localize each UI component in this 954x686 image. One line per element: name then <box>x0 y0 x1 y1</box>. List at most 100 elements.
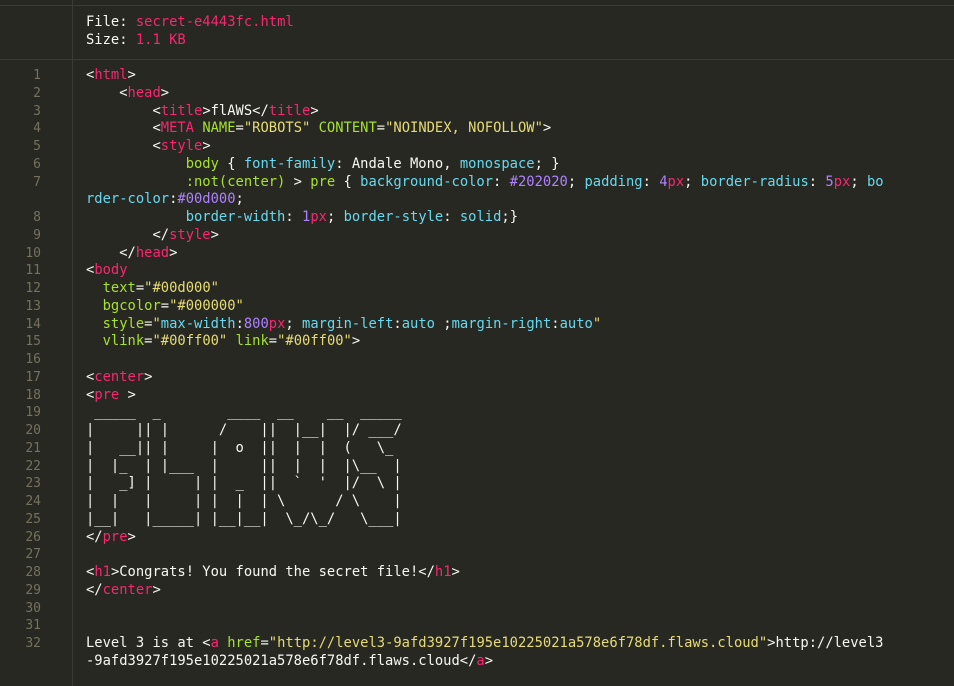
code-token: ;} <box>501 209 519 225</box>
code-token: h1 <box>434 564 452 580</box>
code-token: "http://level3-9afd3927f195e10225021a578… <box>268 635 768 651</box>
code-token: #202020 <box>509 173 568 190</box>
code-token: : <box>443 209 460 225</box>
code-line: 15 vlink="#00ff00" link="#00ff00"> <box>0 333 954 351</box>
code-text: <META NAME="ROBOTS" CONTENT="NOINDEX, NO… <box>86 120 551 138</box>
code-token: link <box>235 333 269 350</box>
code-token: ; } <box>534 155 560 172</box>
code-token: | _] | | | _ || ` ' |/ \ | <box>86 475 402 492</box>
code-token: >flAWS</ <box>202 102 269 119</box>
line-number: 31 <box>25 618 41 634</box>
code-token: > <box>451 564 460 580</box>
header-separator <box>0 59 954 60</box>
code-token: : <box>551 315 560 332</box>
code-token: head <box>127 84 161 101</box>
file-size: 1.1 KB <box>135 32 186 48</box>
code-token: :not(center) <box>185 173 286 190</box>
code-token: > <box>127 528 136 545</box>
code-text: Level 3 is at <a href="http://level3-9af… <box>86 635 883 653</box>
line-number: 15 <box>25 334 41 350</box>
code-text: </head> <box>86 245 177 263</box>
code-token: < <box>86 138 161 154</box>
code-line: 16 <box>0 351 954 369</box>
code-token: </ <box>86 528 103 545</box>
line-number: 13 <box>25 298 41 314</box>
code-text: <title>flAWS</title> <box>86 102 318 121</box>
code-token: style <box>102 315 145 332</box>
code-text: -9afd3927f195e10225021a578e6f78df.flaws.… <box>86 653 493 671</box>
code-token: < <box>86 120 161 137</box>
code-token: body <box>185 155 219 172</box>
code-line: 19 _____ _ ____ __ __ _____ <box>0 404 954 422</box>
code-token: |__| |_____| |__|__| \_/\_/ \___| <box>86 510 402 527</box>
code-token: center <box>94 368 145 385</box>
code-line: 24 | | | | | | | \ / \ | <box>0 493 954 511</box>
code-text: | _] | | | _ || ` ' |/ \ | <box>86 475 402 493</box>
code-token: font-family <box>243 155 336 172</box>
code-token: </ <box>86 226 170 243</box>
code-token: > <box>202 138 211 154</box>
line-number: 6 <box>33 156 41 172</box>
code-token: = <box>376 120 386 137</box>
code-line: 4 <META NAME="ROBOTS" CONTENT="NOINDEX, … <box>0 120 954 138</box>
code-line: 14 style="max-width:800px; margin-left:a… <box>0 316 954 334</box>
line-number: 3 <box>33 103 41 119</box>
code-text: |__| |_____| |__|__| \_/\_/ \___| <box>86 511 402 529</box>
code-line: 23 | _] | | | _ || ` ' |/ \ | <box>0 475 954 493</box>
code-line: 2 <head> <box>0 85 954 103</box>
code-token: px <box>310 209 327 225</box>
code-token: style <box>169 226 211 243</box>
line-number: 23 <box>25 476 41 492</box>
code-token: Level 3 is at < <box>86 635 211 651</box>
code-token: body <box>94 262 128 279</box>
line-number: 5 <box>33 139 41 154</box>
code-text: body { font-family: Andale Mono, monospa… <box>86 156 560 174</box>
code-token: = <box>268 333 278 350</box>
code-token: > <box>484 652 494 669</box>
code-text: <h1>Congrats! You found the secret file!… <box>86 564 460 582</box>
line-number: 27 <box>25 547 41 563</box>
line-number: 19 <box>25 405 41 421</box>
code-token: ; <box>684 173 701 190</box>
code-token: rder-color <box>86 191 170 208</box>
code-token: bo <box>866 173 884 190</box>
code-token: padding <box>584 173 643 190</box>
code-line: 32 Level 3 is at <a href="http://level3-9… <box>0 635 954 653</box>
code-token: : <box>808 173 826 190</box>
code-token: { <box>218 155 244 172</box>
line-number: 30 <box>25 600 41 616</box>
code-token: : <box>393 315 402 332</box>
code-line: 9 </style> <box>0 227 954 245</box>
code-text: | |_ | |___ | || | | |\__ | <box>86 458 402 476</box>
code-text: | | | | | | | \ / \ | <box>86 493 402 511</box>
code-text: _____ _ ____ __ __ _____ <box>86 404 402 422</box>
code-token: "ROBOTS" <box>243 120 311 137</box>
file-label: File: <box>86 14 128 30</box>
line-number: 17 <box>25 369 41 385</box>
code-token: > <box>152 581 161 598</box>
code-line: 28 <h1>Congrats! You found the secret fil… <box>0 564 954 582</box>
code-token: 800 <box>243 315 269 332</box>
code-token: _____ _ ____ __ __ _____ <box>86 404 402 421</box>
code-token: </ <box>86 244 136 261</box>
code-line: 7 :not(center) > pre { background-color:… <box>0 174 954 192</box>
code-token: </ <box>86 581 103 598</box>
line-number: 11 <box>25 263 41 279</box>
code-token: h1 <box>94 564 111 580</box>
code-token: 4 <box>659 173 668 190</box>
code-line: 3 <title>flAWS</title> <box>0 103 954 121</box>
size-label: Size: <box>86 32 128 48</box>
code-token: html <box>94 67 128 83</box>
code-token: px <box>833 173 851 190</box>
code-token: pre <box>102 528 128 545</box>
code-token: background-color <box>360 173 494 190</box>
line-number: 1 <box>33 68 41 83</box>
code-token: a <box>210 635 219 651</box>
code-token: a <box>476 652 485 669</box>
code-text: text="#00d000" <box>86 280 219 298</box>
